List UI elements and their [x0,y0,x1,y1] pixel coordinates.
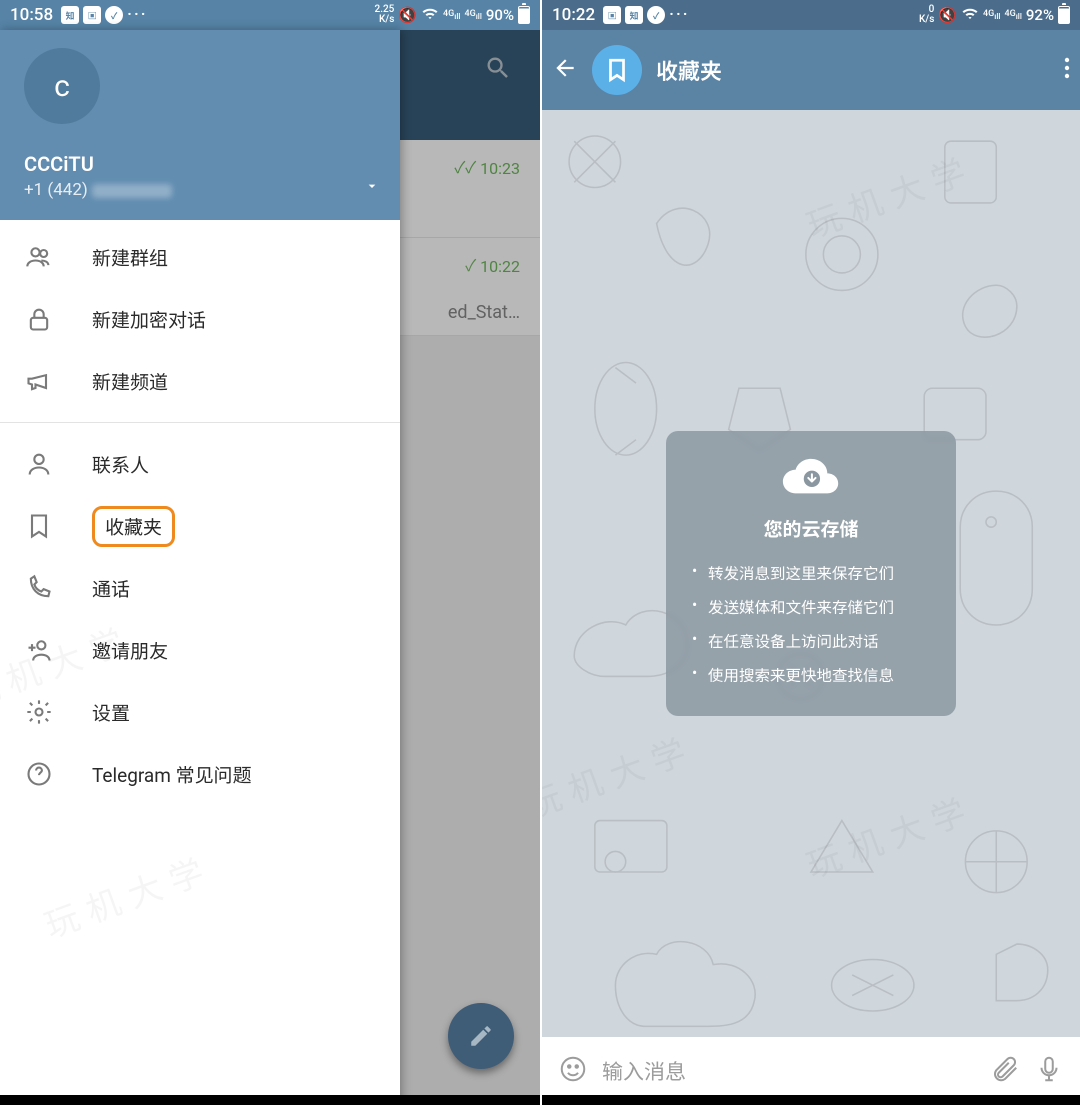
signal-4g-icon: 4Gıll [443,9,460,21]
drawer-new-channel[interactable]: 新建频道 [0,350,400,412]
status-battery-pct: 90% [486,6,514,24]
drawer-item-label: 设置 [92,699,130,726]
chat-body[interactable]: 您的云存储 转发消息到这里来保存它们 发送媒体和文件来存储它们 在任意设备上访问… [542,110,1080,1037]
chat-header: 收藏夹 [542,30,1080,110]
mute-icon: 🔇 [398,6,417,24]
drawer-item-label: 新建群组 [92,244,168,271]
status-bar: 10:22 ▣ 知 ✓ ··· 0K/s 🔇 4Gıll 4Gıll 92% [542,0,1080,30]
drawer-invite-friends[interactable]: 邀请朋友 [0,619,400,681]
account-dropdown-icon[interactable] [364,178,380,198]
nav-drawer: c CCCiTU +1 (442) 新建群组 新建加密对话 新建频道 [0,30,400,1105]
gear-icon [24,698,54,726]
add-person-icon [24,636,54,664]
saved-messages-avatar[interactable] [592,45,642,95]
mute-icon: 🔇 [938,6,957,24]
compose-fab[interactable] [448,1003,514,1069]
divider [0,422,400,423]
bookmark-icon [24,512,54,540]
drawer-item-label: 收藏夹 [92,506,175,547]
status-more-icon: ··· [669,5,689,25]
status-more-icon: ··· [127,5,147,25]
back-button[interactable] [552,55,578,85]
wifi-icon [421,4,439,26]
drawer-item-label: Telegram 常见问题 [92,761,252,788]
battery-icon [1058,6,1070,24]
android-nav-bar [542,1095,1080,1105]
status-net-speed: 2.25K/s [375,5,395,25]
help-icon [24,760,54,788]
account-name: CCCiTU [24,152,380,176]
chat-title: 收藏夹 [656,54,1050,86]
status-check-icon: ✓ [105,6,123,24]
person-icon [24,450,54,478]
drawer-item-label: 通话 [92,575,130,602]
status-chip-icon: 知 [625,6,643,24]
lock-icon [24,305,54,333]
drawer-item-label: 邀请朋友 [92,637,168,664]
message-input[interactable]: 输入消息 [602,1056,976,1086]
cloud-card-bullet: 使用搜索来更快地查找信息 [692,658,930,692]
cloud-card-bullet: 在任意设备上访问此对话 [692,624,930,658]
cloud-card-bullet: 转发消息到这里来保存它们 [692,556,930,590]
drawer-new-secret-chat[interactable]: 新建加密对话 [0,288,400,350]
battery-icon [518,6,530,24]
microphone-icon[interactable] [1034,1054,1064,1088]
drawer-item-label: 联系人 [92,451,149,478]
emoji-icon[interactable] [558,1054,588,1088]
status-image-icon: ▣ [83,6,101,24]
drawer-faq[interactable]: Telegram 常见问题 [0,743,400,805]
drawer-item-label: 新建频道 [92,368,168,395]
status-battery-pct: 92% [1026,6,1054,24]
status-bar: 10:58 知 ▣ ✓ ··· 2.25K/s 🔇 4Gıll 4Gıll 90… [0,0,540,30]
drawer-new-group[interactable]: 新建群组 [0,226,400,288]
drawer-saved-messages[interactable]: 收藏夹 [0,495,400,557]
wifi-icon [961,4,979,26]
signal-4g-icon-2: 4Gıll [1004,9,1021,21]
status-time: 10:58 [10,5,53,25]
status-chip-icon: 知 [61,6,79,24]
avatar[interactable]: c [24,48,100,124]
status-time: 10:22 [552,5,595,25]
cloud-download-icon [692,453,930,505]
account-phone: +1 (442) [24,180,380,200]
drawer-calls[interactable]: 通话 [0,557,400,619]
phone-icon [24,574,54,602]
cloud-card-heading: 您的云存储 [692,515,930,542]
more-menu-button[interactable] [1064,56,1070,84]
megaphone-icon [24,367,54,395]
signal-4g-icon-2: 4Gıll [464,9,481,21]
signal-4g-icon: 4Gıll [983,9,1000,21]
status-net-speed: 0K/s [919,5,934,25]
drawer-settings[interactable]: 设置 [0,681,400,743]
attachment-icon[interactable] [990,1054,1020,1088]
drawer-contacts[interactable]: 联系人 [0,433,400,495]
drawer-item-label: 新建加密对话 [92,306,206,333]
status-image-icon: ▣ [603,6,621,24]
status-check-icon: ✓ [647,6,665,24]
drawer-header[interactable]: c CCCiTU +1 (442) [0,30,400,220]
cloud-storage-card: 您的云存储 转发消息到这里来保存它们 发送媒体和文件来存储它们 在任意设备上访问… [666,431,956,716]
cloud-card-bullet: 发送媒体和文件来存储它们 [692,590,930,624]
group-icon [24,243,54,271]
android-nav-bar [0,1095,540,1105]
